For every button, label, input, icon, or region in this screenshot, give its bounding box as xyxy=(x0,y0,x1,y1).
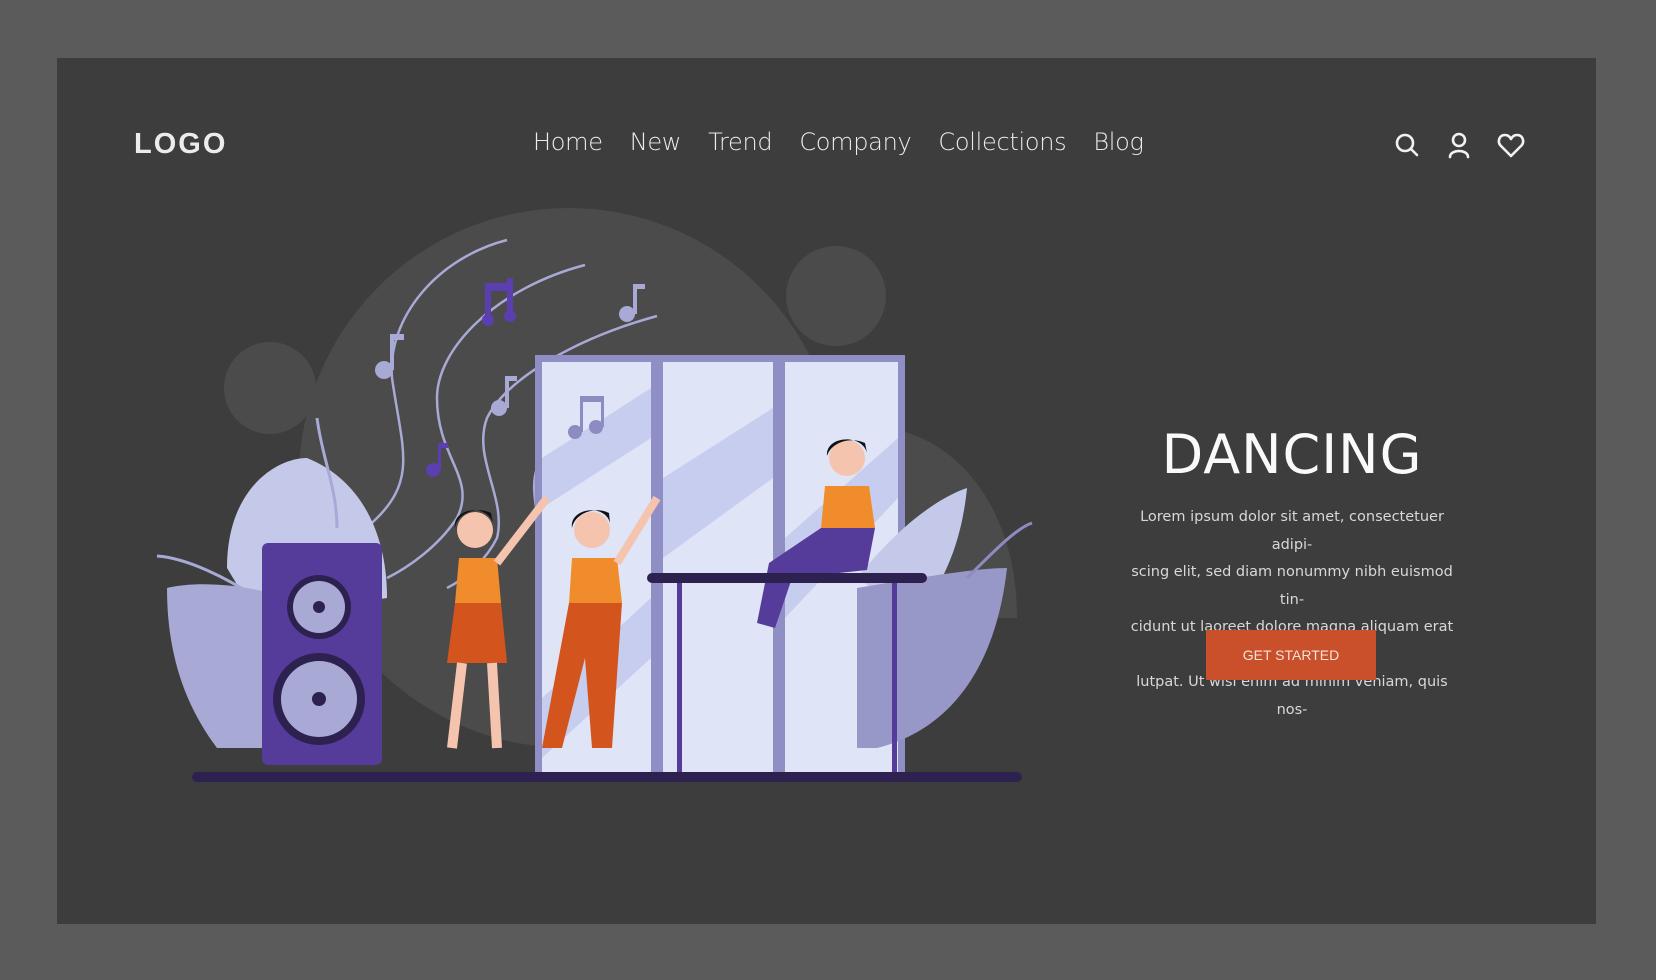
hero-title: DANCING xyxy=(1161,423,1423,486)
hero-line: Lorem ipsum dolor sit amet, consectetuer… xyxy=(1140,509,1444,553)
floor-line xyxy=(192,772,1022,782)
get-started-button[interactable]: GET STARTED xyxy=(1206,630,1376,680)
hero-line: scing elit, sed diam nonummy nibh euismo… xyxy=(1131,564,1453,608)
hero-description: Lorem ipsum dolor sit amet, consectetuer… xyxy=(1127,504,1457,724)
bg-circle-left xyxy=(224,342,316,434)
bg-circle-top xyxy=(786,246,886,346)
landing-page-panel: LOGO Home New Trend Company Collections … xyxy=(57,58,1596,924)
speaker xyxy=(262,543,382,765)
hero-line: lutpat. Ut wisi enim ad minim veniam, qu… xyxy=(1136,674,1448,718)
